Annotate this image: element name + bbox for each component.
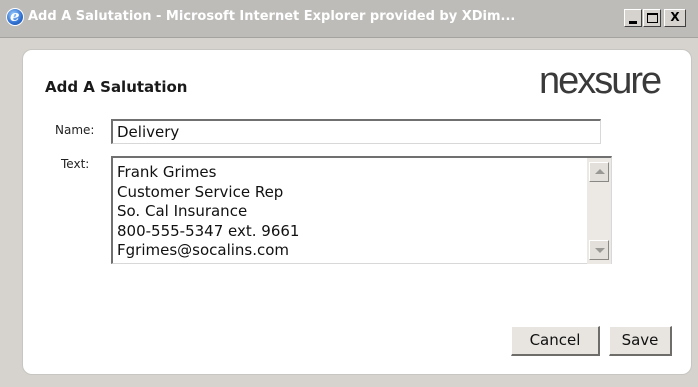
text-line: Customer Service Rep [117,182,284,201]
name-label: Name: [55,123,95,137]
cancel-button[interactable]: Cancel [511,326,600,356]
title-bar[interactable]: Add A Salutation - Microsoft Internet Ex… [0,0,698,38]
internet-explorer-icon [6,7,24,26]
arrow-up-icon [595,169,605,174]
name-input[interactable]: Delivery [111,119,601,144]
save-button[interactable]: Save [609,326,672,356]
scroll-up-button[interactable] [589,162,609,182]
minimize-icon [629,21,637,24]
text-line: 800-555-5347 ext. 9661 [117,221,300,240]
vertical-scrollbar[interactable] [587,158,611,264]
scroll-down-button[interactable] [589,240,609,260]
arrow-down-icon [595,248,605,253]
nexsure-logo: nexsure [539,60,679,104]
text-area-content: Frank Grimes Customer Service Rep So. Ca… [117,163,587,261]
text-label: Text: [61,157,90,171]
text-line: So. Cal Insurance [117,202,248,220]
salutation-panel: Add A Salutation nexsure Name: Delivery … [22,49,692,375]
maximize-button[interactable] [643,9,661,27]
salutation-text-area[interactable]: Frank Grimes Customer Service Rep So. Ca… [111,156,612,264]
browser-window: Add A Salutation - Microsoft Internet Ex… [0,0,698,387]
close-icon: X [670,10,680,24]
window-title: Add A Salutation - Microsoft Internet Ex… [28,9,516,24]
close-button[interactable]: X [664,9,686,27]
maximize-icon [647,13,658,23]
logo-wordmark: nexsure [539,60,662,102]
dialog-heading: Add A Salutation [45,78,188,96]
text-line: Frank Grimes [117,163,217,181]
text-line: Fgrimes@socalins.com [117,241,290,259]
minimize-button[interactable] [624,9,642,27]
